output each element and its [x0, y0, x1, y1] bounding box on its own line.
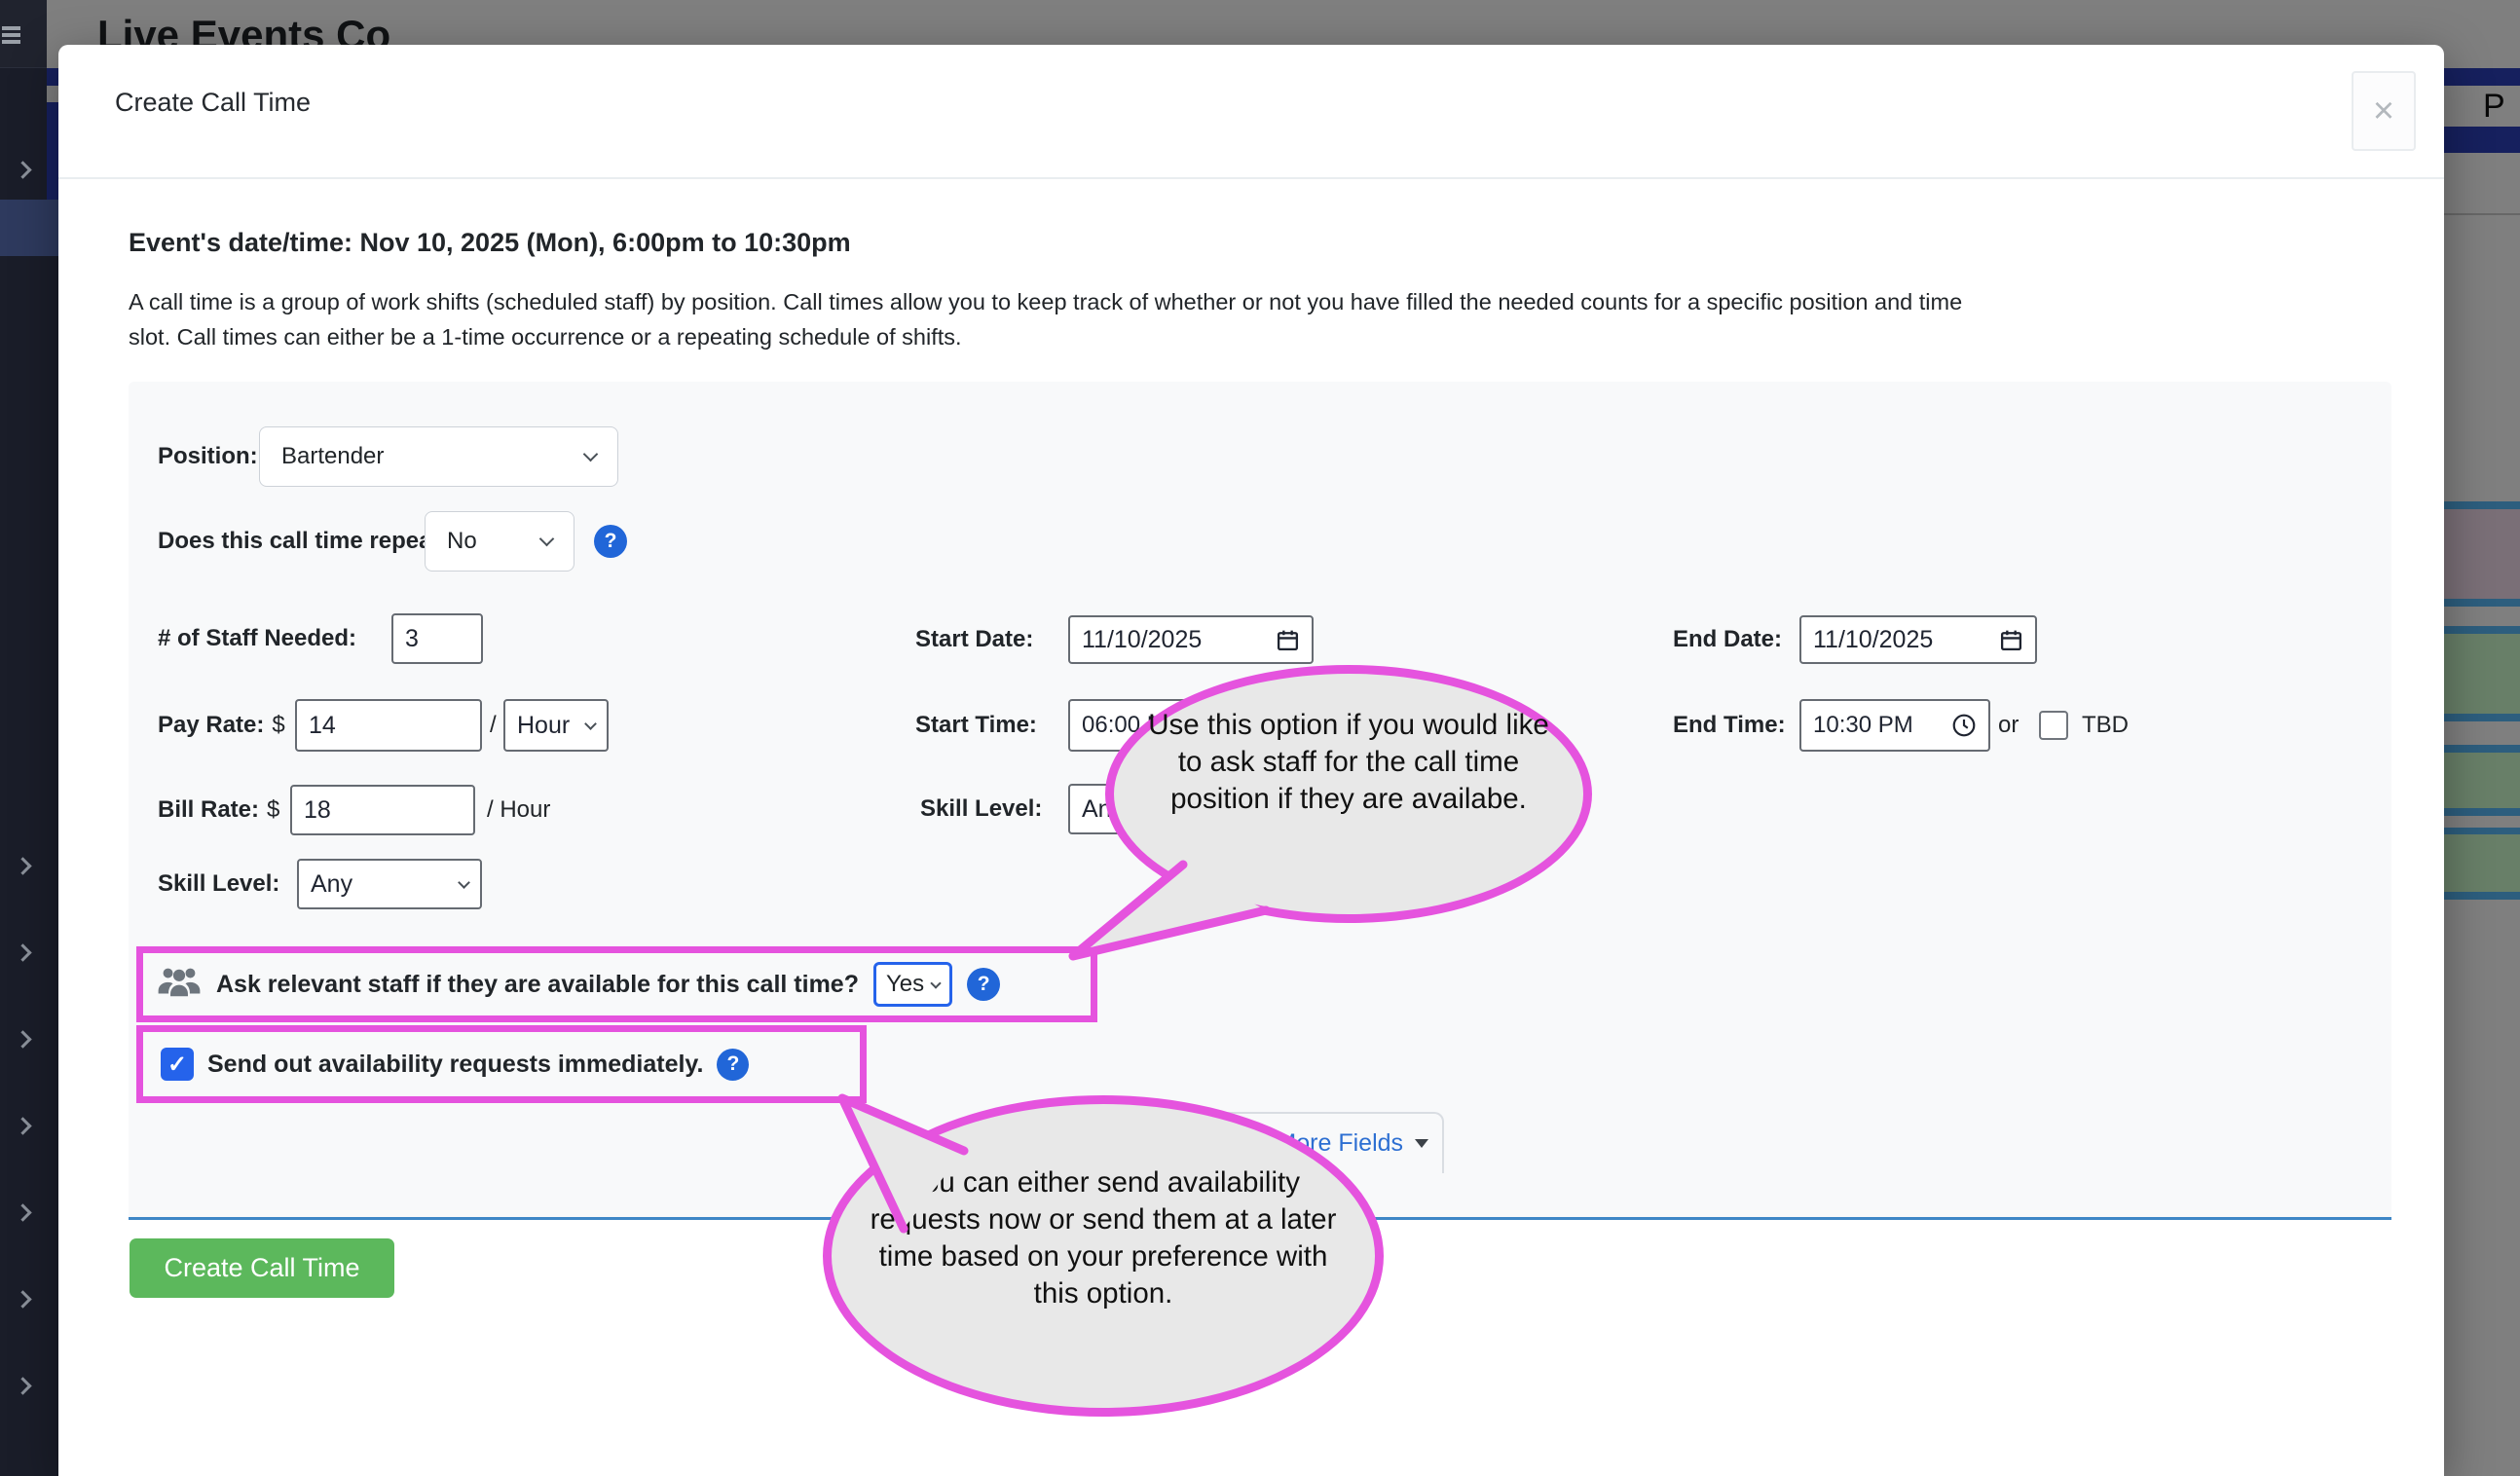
pay-rate-label: Pay Rate: [158, 712, 264, 739]
send-immediately-label: Send out availability requests immediate… [207, 1051, 703, 1079]
pay-rate-input[interactable]: 14 [295, 699, 482, 752]
send-callout-bubble: You can either send availability request… [823, 1095, 1384, 1417]
calendar-icon[interactable] [1276, 628, 1300, 652]
position-select[interactable]: Bartender [259, 426, 618, 487]
rate-divider: / [490, 699, 497, 752]
tbd-label: TBD [2082, 699, 2129, 752]
screen: Live Events Co P Create Call Time [0, 0, 2520, 1476]
mid-skill-level-label: Skill Level: [920, 795, 1042, 823]
repeat-value: No [447, 528, 477, 555]
bill-rate-value: 18 [304, 796, 331, 825]
description-line-2: slot. Call times can either be a 1-time … [129, 324, 962, 350]
ask-available-highlight: Ask relevant staff if they are available… [136, 946, 1097, 1022]
create-call-time-button[interactable]: Create Call Time [130, 1238, 394, 1298]
currency-symbol: $ [272, 712, 284, 739]
chevron-down-icon [583, 446, 599, 461]
description-line-1: A call time is a group of work shifts (s… [129, 289, 1962, 314]
ask-available-value: Yes [886, 971, 924, 998]
send-immediately-help-icon[interactable]: ? [717, 1049, 749, 1081]
ask-available-help-icon[interactable]: ? [967, 968, 1000, 1001]
or-label: or [1998, 699, 2019, 752]
end-date-input[interactable]: 11/10/2025 [1799, 615, 2037, 664]
start-time-label: Start Time: [915, 712, 1037, 739]
send-immediately-checkbox[interactable]: ✓ [161, 1048, 194, 1081]
currency-symbol: $ [267, 796, 279, 824]
close-button[interactable]: × [2352, 71, 2416, 151]
ask-callout-bubble: Use this option if you would like to ask… [1105, 665, 1592, 923]
bill-rate-label: Bill Rate: [158, 796, 259, 824]
clock-icon[interactable] [1951, 713, 1977, 738]
question-glyph: ? [605, 530, 617, 553]
header-divider [58, 177, 2444, 179]
skill-level-label: Skill Level: [158, 870, 279, 898]
calendar-icon[interactable] [1999, 628, 2023, 652]
close-icon: × [2373, 92, 2394, 129]
end-time-input[interactable]: 10:30 PM [1799, 699, 1990, 752]
event-datetime-heading: Event's date/time: Nov 10, 2025 (Mon), 6… [129, 228, 851, 258]
chevron-down-icon [930, 978, 941, 988]
end-time-label: End Time: [1673, 712, 1786, 739]
send-immediately-highlight: ✓ Send out availability requests immedia… [136, 1025, 867, 1103]
staff-needed-input[interactable]: 3 [391, 613, 483, 664]
skill-level-value: Any [311, 870, 352, 899]
repeat-help-icon[interactable]: ? [594, 525, 627, 558]
bill-rate-input[interactable]: 18 [290, 785, 475, 835]
call-time-description: A call time is a group of work shifts (s… [129, 284, 2368, 354]
question-glyph: ? [727, 1052, 740, 1076]
repeat-select[interactable]: No [425, 511, 574, 572]
staff-needed-value: 3 [405, 625, 419, 653]
people-icon [157, 964, 202, 1005]
staff-needed-label: # of Staff Needed: [158, 625, 356, 652]
send-callout-text: You can either send availability request… [858, 1164, 1350, 1312]
chevron-down-icon [584, 718, 597, 730]
start-date-label: Start Date: [915, 626, 1033, 653]
end-date-value: 11/10/2025 [1813, 626, 1933, 654]
position-label: Position: [158, 443, 258, 470]
start-date-input[interactable]: 11/10/2025 [1068, 615, 1314, 664]
chevron-down-icon [458, 876, 470, 889]
check-icon: ✓ [167, 1051, 187, 1079]
start-date-value: 11/10/2025 [1082, 626, 1202, 654]
position-value: Bartender [281, 443, 384, 470]
modal-title: Create Call Time [115, 88, 311, 118]
pay-rate-value: 14 [309, 712, 336, 740]
pay-rate-unit-value: Hour [517, 712, 570, 740]
sidebar-item-active[interactable] [0, 200, 58, 256]
chevron-down-icon [539, 531, 555, 546]
question-glyph: ? [978, 973, 990, 996]
end-time-value: 10:30 PM [1813, 712, 1913, 739]
repeat-label: Does this call time repeat? [158, 528, 454, 555]
tbd-checkbox[interactable] [2039, 711, 2068, 740]
ask-available-label: Ask relevant staff if they are available… [216, 971, 859, 999]
end-date-label: End Date: [1673, 626, 1782, 653]
ask-callout-text: Use this option if you would like to ask… [1134, 707, 1563, 818]
triangle-down-icon [1415, 1139, 1428, 1148]
ask-available-select[interactable]: Yes [873, 962, 952, 1007]
hamburger-menu-icon[interactable] [2, 26, 20, 43]
skill-level-select[interactable]: Any [297, 859, 482, 909]
sidebar-extension [47, 256, 58, 1476]
bill-rate-unit: / Hour [487, 785, 550, 835]
pay-rate-unit-select[interactable]: Hour [503, 699, 609, 752]
